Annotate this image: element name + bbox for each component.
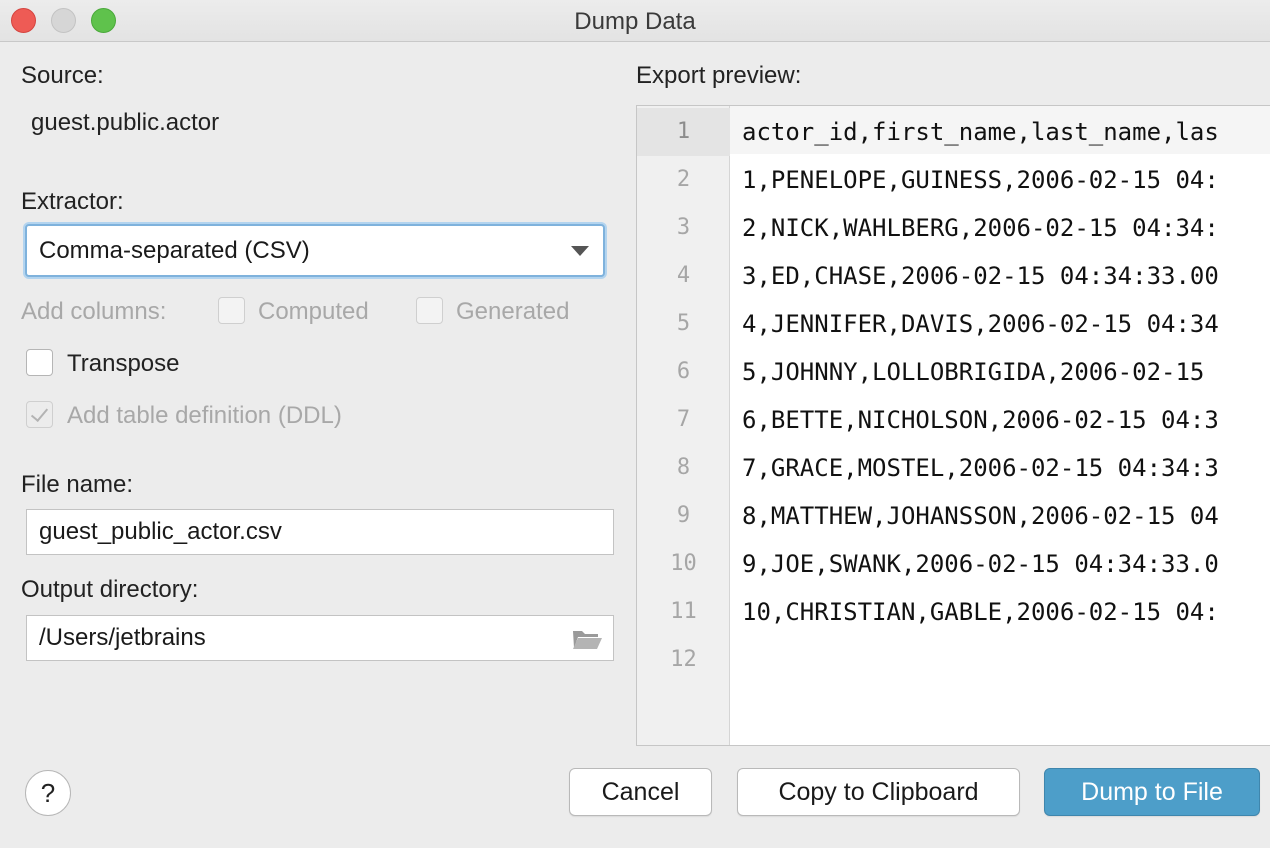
source-value: guest.public.actor <box>31 109 220 136</box>
output-directory-input[interactable] <box>27 616 613 660</box>
line-number: 3 <box>676 215 691 240</box>
line-number: 1 <box>637 108 730 156</box>
add-ddl-label: Add table definition (DDL) <box>67 402 342 429</box>
computed-checkbox[interactable] <box>218 297 245 324</box>
transpose-checkbox[interactable] <box>26 349 53 376</box>
preview-line: 3,ED,CHASE,2006-02-15 04:34:33.00 <box>742 262 1219 290</box>
preview-line: 10,CHRISTIAN,GABLE,2006-02-15 04: <box>742 598 1219 626</box>
preview-line: 4,JENNIFER,DAVIS,2006-02-15 04:34 <box>742 310 1219 338</box>
file-name-input[interactable] <box>27 510 613 554</box>
source-label: Source: <box>21 62 104 89</box>
line-number: 9 <box>676 503 691 528</box>
generated-checkbox[interactable] <box>416 297 443 324</box>
folder-icon[interactable] <box>571 627 603 651</box>
line-number: 10 <box>670 551 697 576</box>
preview-line: 7,GRACE,MOSTEL,2006-02-15 04:34:3 <box>742 454 1219 482</box>
file-name-field[interactable] <box>26 509 614 555</box>
line-number: 4 <box>676 263 691 288</box>
preview-line: 5,JOHNNY,LOLLOBRIGIDA,2006-02-15 <box>742 358 1205 386</box>
export-preview-label: Export preview: <box>636 62 802 89</box>
line-number: 8 <box>676 455 691 480</box>
chevron-down-icon <box>571 246 589 256</box>
preview-line: actor_id,first_name,last_name,las <box>742 118 1219 146</box>
dump-to-file-button[interactable]: Dump to File <box>1044 768 1260 816</box>
export-preview[interactable]: 1 actor_id,first_name,last_name,las 2 1,PEN… <box>636 105 1270 746</box>
line-number: 6 <box>676 359 691 384</box>
add-ddl-checkbox[interactable] <box>26 401 53 428</box>
output-directory-field[interactable] <box>26 615 614 661</box>
generated-label: Generated <box>456 298 570 325</box>
cancel-button[interactable]: Cancel <box>569 768 712 816</box>
add-columns-label: Add columns: <box>21 298 167 325</box>
extractor-selected-value: Comma-separated (CSV) <box>39 237 310 264</box>
line-number: 7 <box>676 407 691 432</box>
copy-to-clipboard-button[interactable]: Copy to Clipboard <box>737 768 1020 816</box>
extractor-select[interactable]: Comma-separated (CSV) <box>25 224 605 277</box>
preview-line: 6,BETTE,NICHOLSON,2006-02-15 04:3 <box>742 406 1219 434</box>
preview-line: 9,JOE,SWANK,2006-02-15 04:34:33.0 <box>742 550 1219 578</box>
line-number: 11 <box>670 599 697 624</box>
line-number: 12 <box>670 647 697 672</box>
help-button[interactable]: ? <box>25 770 71 816</box>
file-name-label: File name: <box>21 471 134 498</box>
title-bar: Dump Data <box>0 0 1270 42</box>
output-directory-label: Output directory: <box>21 576 199 603</box>
transpose-label: Transpose <box>67 350 180 377</box>
preview-line: 1,PENELOPE,GUINESS,2006-02-15 04: <box>742 166 1219 194</box>
preview-line: 8,MATTHEW,JOHANSSON,2006-02-15 04 <box>742 502 1219 530</box>
line-number: 2 <box>676 167 691 192</box>
line-number: 5 <box>676 311 691 336</box>
extractor-label: Extractor: <box>21 188 124 215</box>
preview-line: 2,NICK,WAHLBERG,2006-02-15 04:34: <box>742 214 1219 242</box>
window-title: Dump Data <box>574 8 696 35</box>
computed-label: Computed <box>258 298 369 325</box>
